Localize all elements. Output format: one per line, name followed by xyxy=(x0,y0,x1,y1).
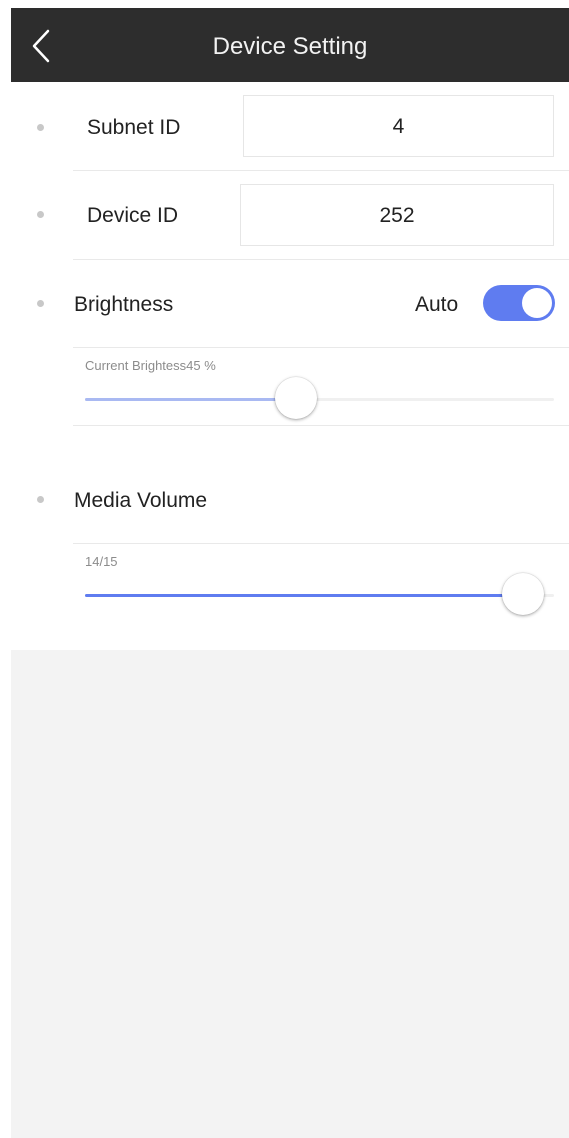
bullet-dot xyxy=(37,496,44,503)
bullet-dot xyxy=(37,124,44,131)
device-id-label: Device ID xyxy=(87,204,179,227)
device-id-row: Device ID 252 xyxy=(11,171,569,259)
divider xyxy=(73,425,569,426)
brightness-caption: Current Brightess45 % xyxy=(85,358,216,373)
slider-fill xyxy=(85,398,297,401)
divider xyxy=(73,543,569,544)
app-header: Device Setting xyxy=(11,8,569,82)
subnet-id-row: Subnet ID 4 xyxy=(11,82,569,170)
slider-thumb[interactable] xyxy=(275,377,318,419)
brightness-row: Brightness Auto xyxy=(11,260,569,348)
page-title: Device Setting xyxy=(212,33,368,60)
auto-brightness-toggle[interactable] xyxy=(483,285,555,321)
brightness-slider[interactable] xyxy=(85,377,554,420)
volume-caption: 14/15 xyxy=(85,554,118,569)
slider-fill xyxy=(85,594,523,597)
brightness-label: Brightness xyxy=(74,293,174,316)
device-id-field[interactable]: 252 xyxy=(240,184,554,246)
settings-content: Subnet ID 4 Device ID 252 Brightness Aut… xyxy=(11,82,569,650)
empty-area xyxy=(11,650,569,1138)
media-volume-row: Media Volume xyxy=(11,456,569,544)
subnet-id-field[interactable]: 4 xyxy=(243,95,554,157)
media-volume-label: Media Volume xyxy=(74,489,208,512)
volume-slider[interactable] xyxy=(85,573,554,616)
subnet-id-label: Subnet ID xyxy=(87,116,181,139)
auto-label: Auto xyxy=(415,293,459,316)
slider-thumb[interactable] xyxy=(501,573,544,615)
bullet-dot xyxy=(37,300,44,307)
bullet-dot xyxy=(37,211,44,218)
divider xyxy=(73,347,569,348)
toggle-knob xyxy=(522,288,552,318)
